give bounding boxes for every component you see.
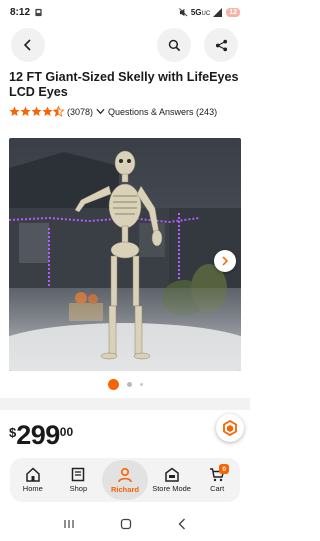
home-system-icon[interactable] [120,518,132,530]
pagination-dot[interactable] [126,382,132,387]
pagination-dot[interactable] [139,383,143,386]
star-icon [9,106,20,116]
rating-row[interactable]: (3078) Questions & Answers (243) [9,106,217,117]
nav-label: Shop [69,484,88,493]
search-button[interactable] [157,28,191,62]
status-time: 8:12 [10,6,31,18]
house-icon [26,467,40,482]
mute-icon [178,7,188,16]
person-icon [118,467,132,482]
nav-account[interactable]: Richard [101,460,148,500]
price-cents: 00 [59,425,74,439]
star-rating [9,106,64,117]
review-count[interactable]: (3078) [67,107,93,117]
back-system-icon[interactable] [177,518,187,530]
top-bar [0,28,250,64]
next-image-button[interactable] [214,250,236,272]
skeleton-scene-image [9,138,241,371]
price-currency: $ [9,425,17,440]
product-image[interactable] [9,138,241,371]
nav-label: Richard [111,484,139,494]
nav-cart[interactable]: 0 Cart [195,460,239,500]
notification-icon [35,8,42,16]
network-label: 5GUC [190,7,211,17]
star-icon [42,106,53,116]
price-dollars: 299 [16,420,60,450]
nav-label: Store Mode [152,484,191,493]
battery-indicator: 12 [226,7,240,17]
recent-apps-icon[interactable] [63,519,75,529]
pagination-dot-active[interactable] [107,379,119,390]
system-navigation [0,512,250,536]
back-button[interactable] [11,28,45,62]
orange-hexagon-button[interactable] [216,414,244,442]
nav-label: Cart [210,484,225,493]
product-title: 12 FT Giant-Sized Skelly with LifeEyes L… [9,70,239,99]
hexagon-icon [223,420,237,436]
shop-icon [72,467,85,482]
chevron-down-icon [96,108,105,115]
status-left: 8:12 [10,7,43,18]
chevron-left-icon [23,39,31,51]
star-icon [20,106,31,116]
share-icon [215,39,227,51]
chevron-right-icon [222,256,229,266]
price: $ 299 00 [9,422,73,449]
nav-store-mode[interactable]: Store Mode [150,460,194,500]
nav-shop[interactable]: Shop [56,460,100,500]
store-icon [164,467,179,482]
section-divider [0,398,250,410]
half-star-icon [53,106,64,117]
share-button[interactable] [204,28,238,62]
star-icon [31,106,42,116]
status-right: 5GUC 12 [178,7,240,17]
search-icon [168,39,180,51]
image-pagination [0,379,250,390]
nav-label: Home [22,484,43,493]
cart-badge: 0 [219,464,230,474]
nav-home[interactable]: Home [11,460,55,500]
signal-icon [213,7,223,17]
bottom-navigation: Home Shop Richard Store Mode 0 Cart [10,458,240,502]
questions-answers-link[interactable]: Questions & Answers (243) [108,107,217,117]
status-bar: 8:12 5GUC 12 [0,0,250,24]
